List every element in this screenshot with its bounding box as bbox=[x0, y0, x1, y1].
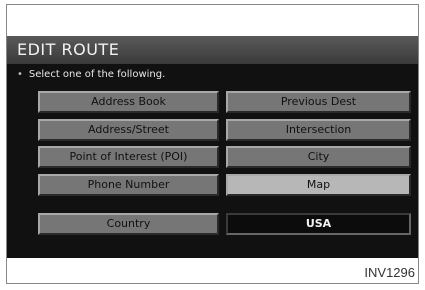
instruction-text: • Select one of the following. bbox=[17, 68, 165, 82]
address-book-button[interactable]: Address Book bbox=[38, 91, 219, 113]
city-button[interactable]: City bbox=[226, 146, 411, 168]
country-button[interactable]: Country bbox=[38, 213, 219, 235]
figure-id-label: INV1296 bbox=[364, 265, 415, 280]
address-street-button[interactable]: Address/Street bbox=[38, 119, 219, 141]
poi-button[interactable]: Point of Interest (POI) bbox=[38, 146, 219, 168]
country-value-button[interactable]: USA bbox=[226, 213, 411, 235]
intersection-button[interactable]: Intersection bbox=[226, 119, 411, 141]
map-button[interactable]: Map bbox=[226, 174, 411, 196]
previous-dest-button[interactable]: Previous Dest bbox=[226, 91, 411, 113]
phone-number-button[interactable]: Phone Number bbox=[38, 174, 219, 196]
instruction-label: Select one of the following. bbox=[28, 69, 166, 80]
nav-screen: EDIT ROUTE • Select one of the following.… bbox=[7, 36, 418, 258]
screen-title: EDIT ROUTE bbox=[7, 36, 418, 64]
bullet-icon: • bbox=[17, 69, 23, 80]
